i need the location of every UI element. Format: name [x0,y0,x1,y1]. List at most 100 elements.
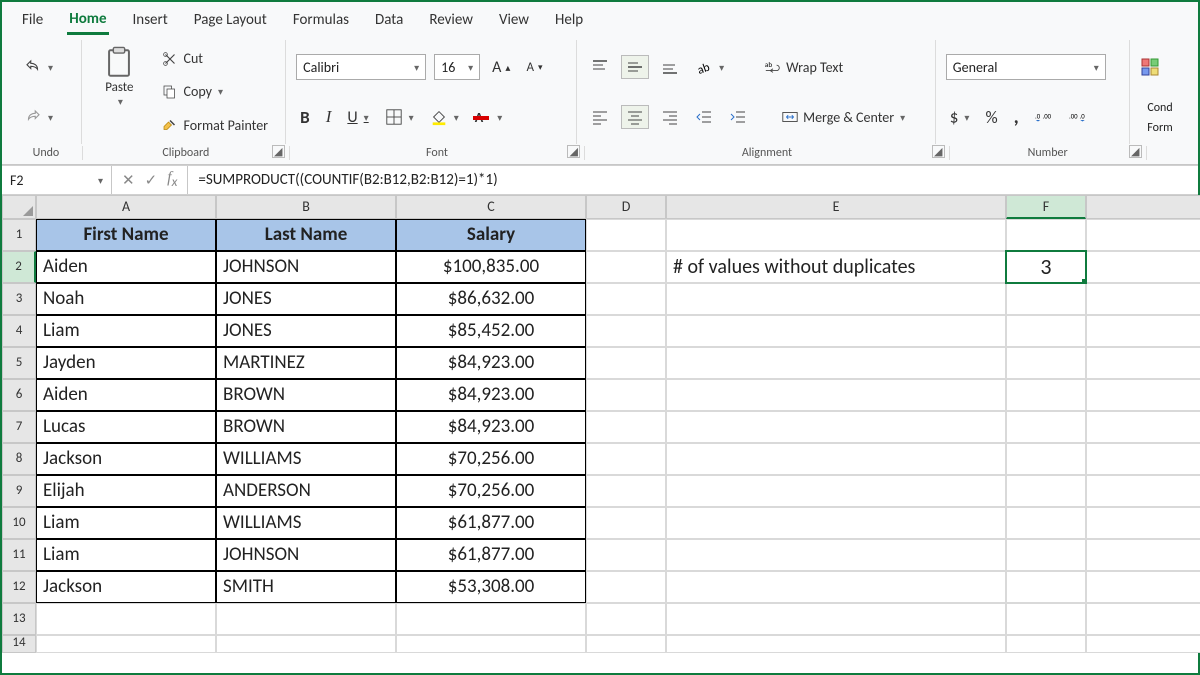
cell[interactable] [666,507,1006,539]
cell[interactable] [216,603,396,635]
cell[interactable]: BROWN [216,379,396,411]
cell[interactable] [1086,603,1200,635]
cell[interactable] [666,315,1006,347]
cell[interactable] [586,315,666,347]
cell-c1[interactable]: Salary [396,219,586,251]
conditional-formatting-icon[interactable] [1140,57,1160,77]
cell[interactable] [586,379,666,411]
decrease-indent-button[interactable] [691,106,717,128]
cell[interactable] [1086,411,1200,443]
cell[interactable] [586,475,666,507]
cell-d2[interactable] [586,251,666,283]
cell[interactable]: JONES [216,315,396,347]
cell[interactable]: $61,877.00 [396,539,586,571]
cell[interactable]: $85,452.00 [396,315,586,347]
formula-input[interactable]: =SUMPRODUCT((COUNTIF(B2:B12,B2:B12)=1)*1… [188,171,1198,189]
cell[interactable] [1006,411,1086,443]
cell[interactable] [1006,315,1086,347]
cell[interactable]: Elijah [36,475,216,507]
cell[interactable]: Lucas [36,411,216,443]
paste-button[interactable]: Paste [95,42,143,112]
row-header[interactable]: 3 [2,283,36,315]
cell[interactable] [1006,635,1086,653]
name-box[interactable]: F2▾ [2,166,112,194]
cell-g2[interactable] [1086,251,1200,283]
col-header-c[interactable]: C [396,195,586,219]
tab-file[interactable]: File [20,7,45,33]
cell[interactable] [1086,315,1200,347]
cell-f2[interactable]: 3 [1006,251,1086,283]
cell-e1[interactable] [666,219,1006,251]
cell[interactable]: Liam [36,315,216,347]
cell[interactable]: Noah [36,283,216,315]
cell[interactable]: $84,923.00 [396,379,586,411]
cell[interactable]: SMITH [216,571,396,603]
cell[interactable]: $70,256.00 [396,475,586,507]
cell-f1[interactable] [1006,219,1086,251]
cell[interactable]: $84,923.00 [396,411,586,443]
cell[interactable] [666,379,1006,411]
increase-decimal-button[interactable]: .0.00 [1031,106,1057,128]
cell[interactable] [586,347,666,379]
col-header-a[interactable]: A [36,195,216,219]
row-header[interactable]: 9 [2,475,36,507]
align-center-button[interactable] [621,105,649,129]
tab-home[interactable]: Home [67,6,108,35]
format-painter-button[interactable]: Format Painter [157,114,272,136]
cell-a2[interactable]: Aiden [36,251,216,283]
insert-function-button[interactable]: fx [167,169,177,190]
borders-button[interactable] [381,106,418,128]
cell[interactable] [586,571,666,603]
percent-format-button[interactable]: % [981,105,1001,130]
font-color-button[interactable]: A [471,98,507,136]
cell[interactable] [586,635,666,653]
row-header[interactable]: 4 [2,315,36,347]
col-header-b[interactable]: B [216,195,396,219]
cell[interactable]: $61,877.00 [396,507,586,539]
cell[interactable] [1006,283,1086,315]
col-header-f[interactable]: F [1006,195,1086,219]
cell-b1[interactable]: Last Name [216,219,396,251]
wrap-text-button[interactable]: abWrap Text [760,56,847,78]
tab-review[interactable]: Review [427,7,475,33]
tab-help[interactable]: Help [553,7,585,33]
tab-insert[interactable]: Insert [131,7,170,33]
orientation-button[interactable]: ab [691,56,728,78]
row-header[interactable]: 7 [2,411,36,443]
cell[interactable] [1006,507,1086,539]
row-header[interactable]: 10 [2,507,36,539]
col-header-g[interactable] [1086,195,1200,219]
row-header[interactable]: 14 [2,635,36,653]
merge-center-button[interactable]: Merge & Center [777,106,909,128]
tab-data[interactable]: Data [373,7,405,33]
tab-page-layout[interactable]: Page Layout [192,7,269,33]
align-top-button[interactable] [587,56,613,78]
bold-button[interactable]: B [296,105,314,130]
col-header-e[interactable]: E [666,195,1006,219]
tab-formulas[interactable]: Formulas [291,7,351,33]
select-all-corner[interactable] [2,195,36,219]
accounting-format-button[interactable]: $ [946,105,974,130]
col-header-d[interactable]: D [586,195,666,219]
cell[interactable]: $84,923.00 [396,347,586,379]
copy-button[interactable]: Copy [157,81,272,103]
cell[interactable] [666,539,1006,571]
cell[interactable]: Jackson [36,443,216,475]
align-bottom-button[interactable] [657,56,683,78]
cell[interactable]: Liam [36,539,216,571]
cell[interactable]: Aiden [36,379,216,411]
cell[interactable] [216,635,396,653]
fill-color-button[interactable] [426,106,463,128]
cell[interactable]: $53,308.00 [396,571,586,603]
enter-formula-button[interactable]: ✓ [145,171,158,190]
cell[interactable] [1006,539,1086,571]
cancel-formula-button[interactable]: ✕ [122,171,135,190]
cell[interactable] [1086,283,1200,315]
underline-button[interactable]: U [343,106,372,129]
cell[interactable] [36,635,216,653]
cell[interactable]: ANDERSON [216,475,396,507]
undo-button[interactable] [20,56,57,78]
cell[interactable] [1006,603,1086,635]
cell[interactable] [586,411,666,443]
tab-view[interactable]: View [497,7,531,33]
